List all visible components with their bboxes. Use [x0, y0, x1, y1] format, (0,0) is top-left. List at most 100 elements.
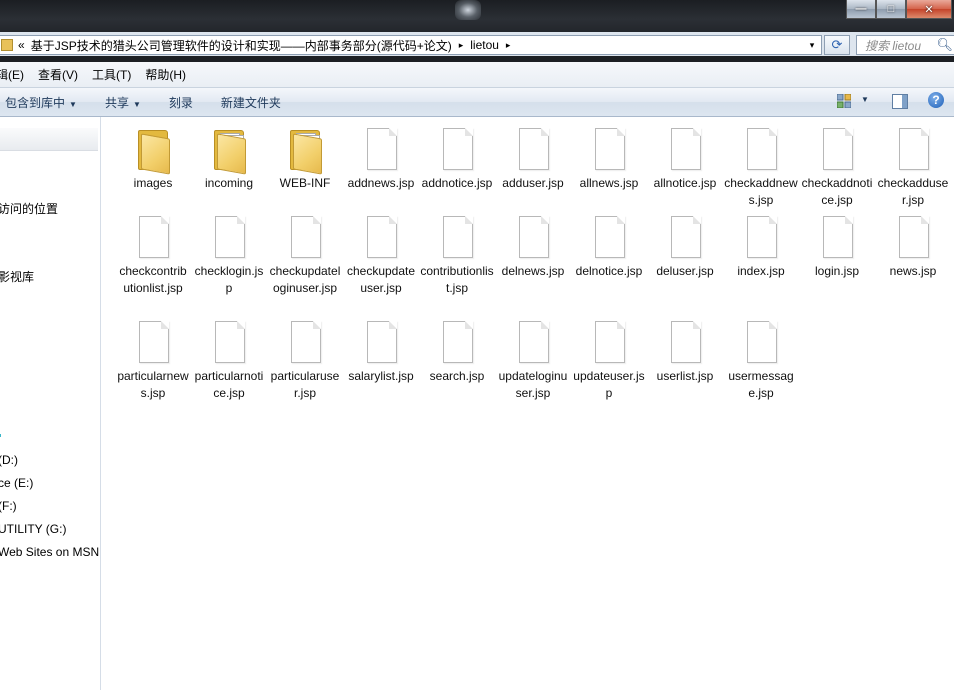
file-item[interactable]: particularuser.jsp: [268, 319, 342, 402]
file-name-label: deluser.jsp: [656, 264, 714, 278]
document-icon: [136, 319, 170, 365]
file-item[interactable]: updateuser.jsp: [572, 319, 646, 402]
folder-item[interactable]: WEB-INF: [268, 126, 342, 192]
search-input[interactable]: 搜索 lietou: [865, 37, 921, 54]
document-icon: [592, 319, 626, 365]
document-icon: [820, 126, 854, 172]
file-item[interactable]: checkaddnews.jsp: [724, 126, 798, 209]
file-name-label: news.jsp: [889, 264, 937, 278]
file-item[interactable]: news.jsp: [876, 214, 950, 280]
share-button[interactable]: 共享 ▼: [105, 94, 141, 111]
nav-videos-library[interactable]: 影视库: [0, 268, 34, 285]
document-icon: [516, 319, 550, 365]
folder-item[interactable]: images: [116, 126, 190, 192]
file-item[interactable]: deluser.jsp: [648, 214, 722, 280]
file-item[interactable]: checkaddnotice.jsp: [800, 126, 874, 209]
menu-help[interactable]: 帮助(H): [145, 66, 186, 83]
file-name-label: checkaddnews.jsp: [724, 176, 798, 207]
file-item[interactable]: index.jsp: [724, 214, 798, 280]
file-item[interactable]: particularnotice.jsp: [192, 319, 266, 402]
menu-tools[interactable]: 工具(T): [92, 66, 131, 83]
search-box[interactable]: 搜索 lietou 🔍︎: [856, 35, 954, 55]
file-item[interactable]: adduser.jsp: [496, 126, 570, 192]
file-item[interactable]: search.jsp: [420, 319, 494, 385]
breadcrumb-project-folder[interactable]: 基于JSP技术的猎头公司管理软件的设计和实现——内部事务部分(源代码+论文): [31, 37, 452, 54]
document-icon: [212, 214, 246, 260]
file-item[interactable]: checkupdateuser.jsp: [344, 214, 418, 297]
file-name-label: delnotice.jsp: [575, 264, 643, 278]
command-bar: 包含到库中 ▼ 共享 ▼ 刻录 新建文件夹: [0, 88, 954, 117]
menu-edit[interactable]: 辑(E): [0, 66, 24, 83]
file-item[interactable]: allnews.jsp: [572, 126, 646, 192]
document-icon: [212, 319, 246, 365]
file-name-label: delnews.jsp: [501, 264, 565, 278]
new-folder-button[interactable]: 新建文件夹: [221, 94, 281, 111]
include-in-library-button[interactable]: 包含到库中 ▼: [5, 94, 77, 111]
file-list[interactable]: images incoming WEB-INF addnews.jsp addnotic…: [101, 117, 954, 690]
file-name-label: particularnews.jsp: [117, 369, 189, 400]
document-icon: [668, 126, 702, 172]
address-dropdown-icon[interactable]: ▾: [805, 36, 819, 54]
nav-drive-d[interactable]: (D:): [0, 453, 18, 467]
file-name-label: updateloginuser.jsp: [498, 369, 568, 400]
change-view-icon[interactable]: [837, 94, 851, 108]
file-item[interactable]: addnews.jsp: [344, 126, 418, 192]
maximize-button[interactable]: □: [876, 0, 906, 19]
file-name-label: updateuser.jsp: [573, 369, 645, 400]
file-name-label: particularnotice.jsp: [194, 369, 264, 400]
folder-item[interactable]: incoming: [192, 126, 266, 192]
file-item[interactable]: checkcontributionlist.jsp: [116, 214, 190, 297]
breadcrumb-overflow[interactable]: «: [18, 38, 25, 52]
file-item[interactable]: login.jsp: [800, 214, 874, 280]
file-item[interactable]: checkadduser.jsp: [876, 126, 950, 209]
nav-header: [0, 128, 98, 151]
file-item[interactable]: userlist.jsp: [648, 319, 722, 385]
file-name-label: WEB-INF: [279, 176, 331, 190]
folder-icon: [212, 126, 246, 175]
include-in-library-label: 包含到库中: [5, 95, 66, 110]
document-icon: [440, 214, 474, 260]
breadcrumb-separator-icon[interactable]: ▸: [459, 40, 464, 51]
file-name-label: incoming: [204, 176, 254, 190]
file-name-label: checklogin.jsp: [194, 264, 264, 295]
help-icon[interactable]: ?: [928, 92, 944, 108]
file-name-label: login.jsp: [814, 264, 860, 278]
burn-button[interactable]: 刻录: [169, 94, 193, 111]
nav-web-sites-msn[interactable]: Web Sites on MSN: [0, 545, 99, 559]
document-icon: [744, 126, 778, 172]
file-item[interactable]: allnotice.jsp: [648, 126, 722, 192]
document-icon: [516, 126, 550, 172]
nav-drive-g[interactable]: UTILITY (G:): [0, 522, 66, 536]
document-icon: [668, 214, 702, 260]
file-item[interactable]: updateloginuser.jsp: [496, 319, 570, 402]
file-item[interactable]: usermessage.jsp: [724, 319, 798, 402]
file-item[interactable]: delnotice.jsp: [572, 214, 646, 280]
close-button[interactable]: ✕: [906, 0, 952, 19]
address-bar[interactable]: « 基于JSP技术的猎头公司管理软件的设计和实现——内部事务部分(源代码+论文)…: [0, 35, 822, 55]
document-icon: [896, 214, 930, 260]
file-item[interactable]: delnews.jsp: [496, 214, 570, 280]
nav-recent-places[interactable]: 访问的位置: [0, 200, 58, 217]
preview-pane-icon[interactable]: [892, 94, 908, 109]
file-item[interactable]: checklogin.jsp: [192, 214, 266, 297]
nav-drive-f[interactable]: (F:): [0, 499, 17, 513]
minimize-button[interactable]: —: [846, 0, 876, 19]
file-name-label: checkcontributionlist.jsp: [119, 264, 187, 295]
file-item[interactable]: contributionlist.jsp: [420, 214, 494, 297]
breadcrumb-separator-icon[interactable]: ▸: [506, 40, 511, 51]
file-name-label: checkupdateloginuser.jsp: [269, 264, 341, 295]
refresh-button[interactable]: ⟳: [824, 35, 850, 55]
navigation-pane[interactable]: 访问的位置 影视库 (D:) ce (E:) (F:) UTILITY (G:)…: [0, 117, 101, 690]
breadcrumb-lietou[interactable]: lietou: [470, 38, 499, 52]
file-item[interactable]: particularnews.jsp: [116, 319, 190, 402]
nav-drive-e[interactable]: ce (E:): [0, 476, 33, 490]
view-dropdown-icon[interactable]: ▼: [861, 95, 869, 104]
file-name-label: contributionlist.jsp: [420, 264, 494, 295]
minimize-icon: —: [855, 3, 867, 15]
menu-view[interactable]: 查看(V): [38, 66, 78, 83]
file-item[interactable]: checkupdateloginuser.jsp: [268, 214, 342, 297]
file-item[interactable]: addnotice.jsp: [420, 126, 494, 192]
search-icon[interactable]: 🔍︎: [936, 37, 953, 53]
file-item[interactable]: salarylist.jsp: [344, 319, 418, 385]
document-icon: [744, 214, 778, 260]
